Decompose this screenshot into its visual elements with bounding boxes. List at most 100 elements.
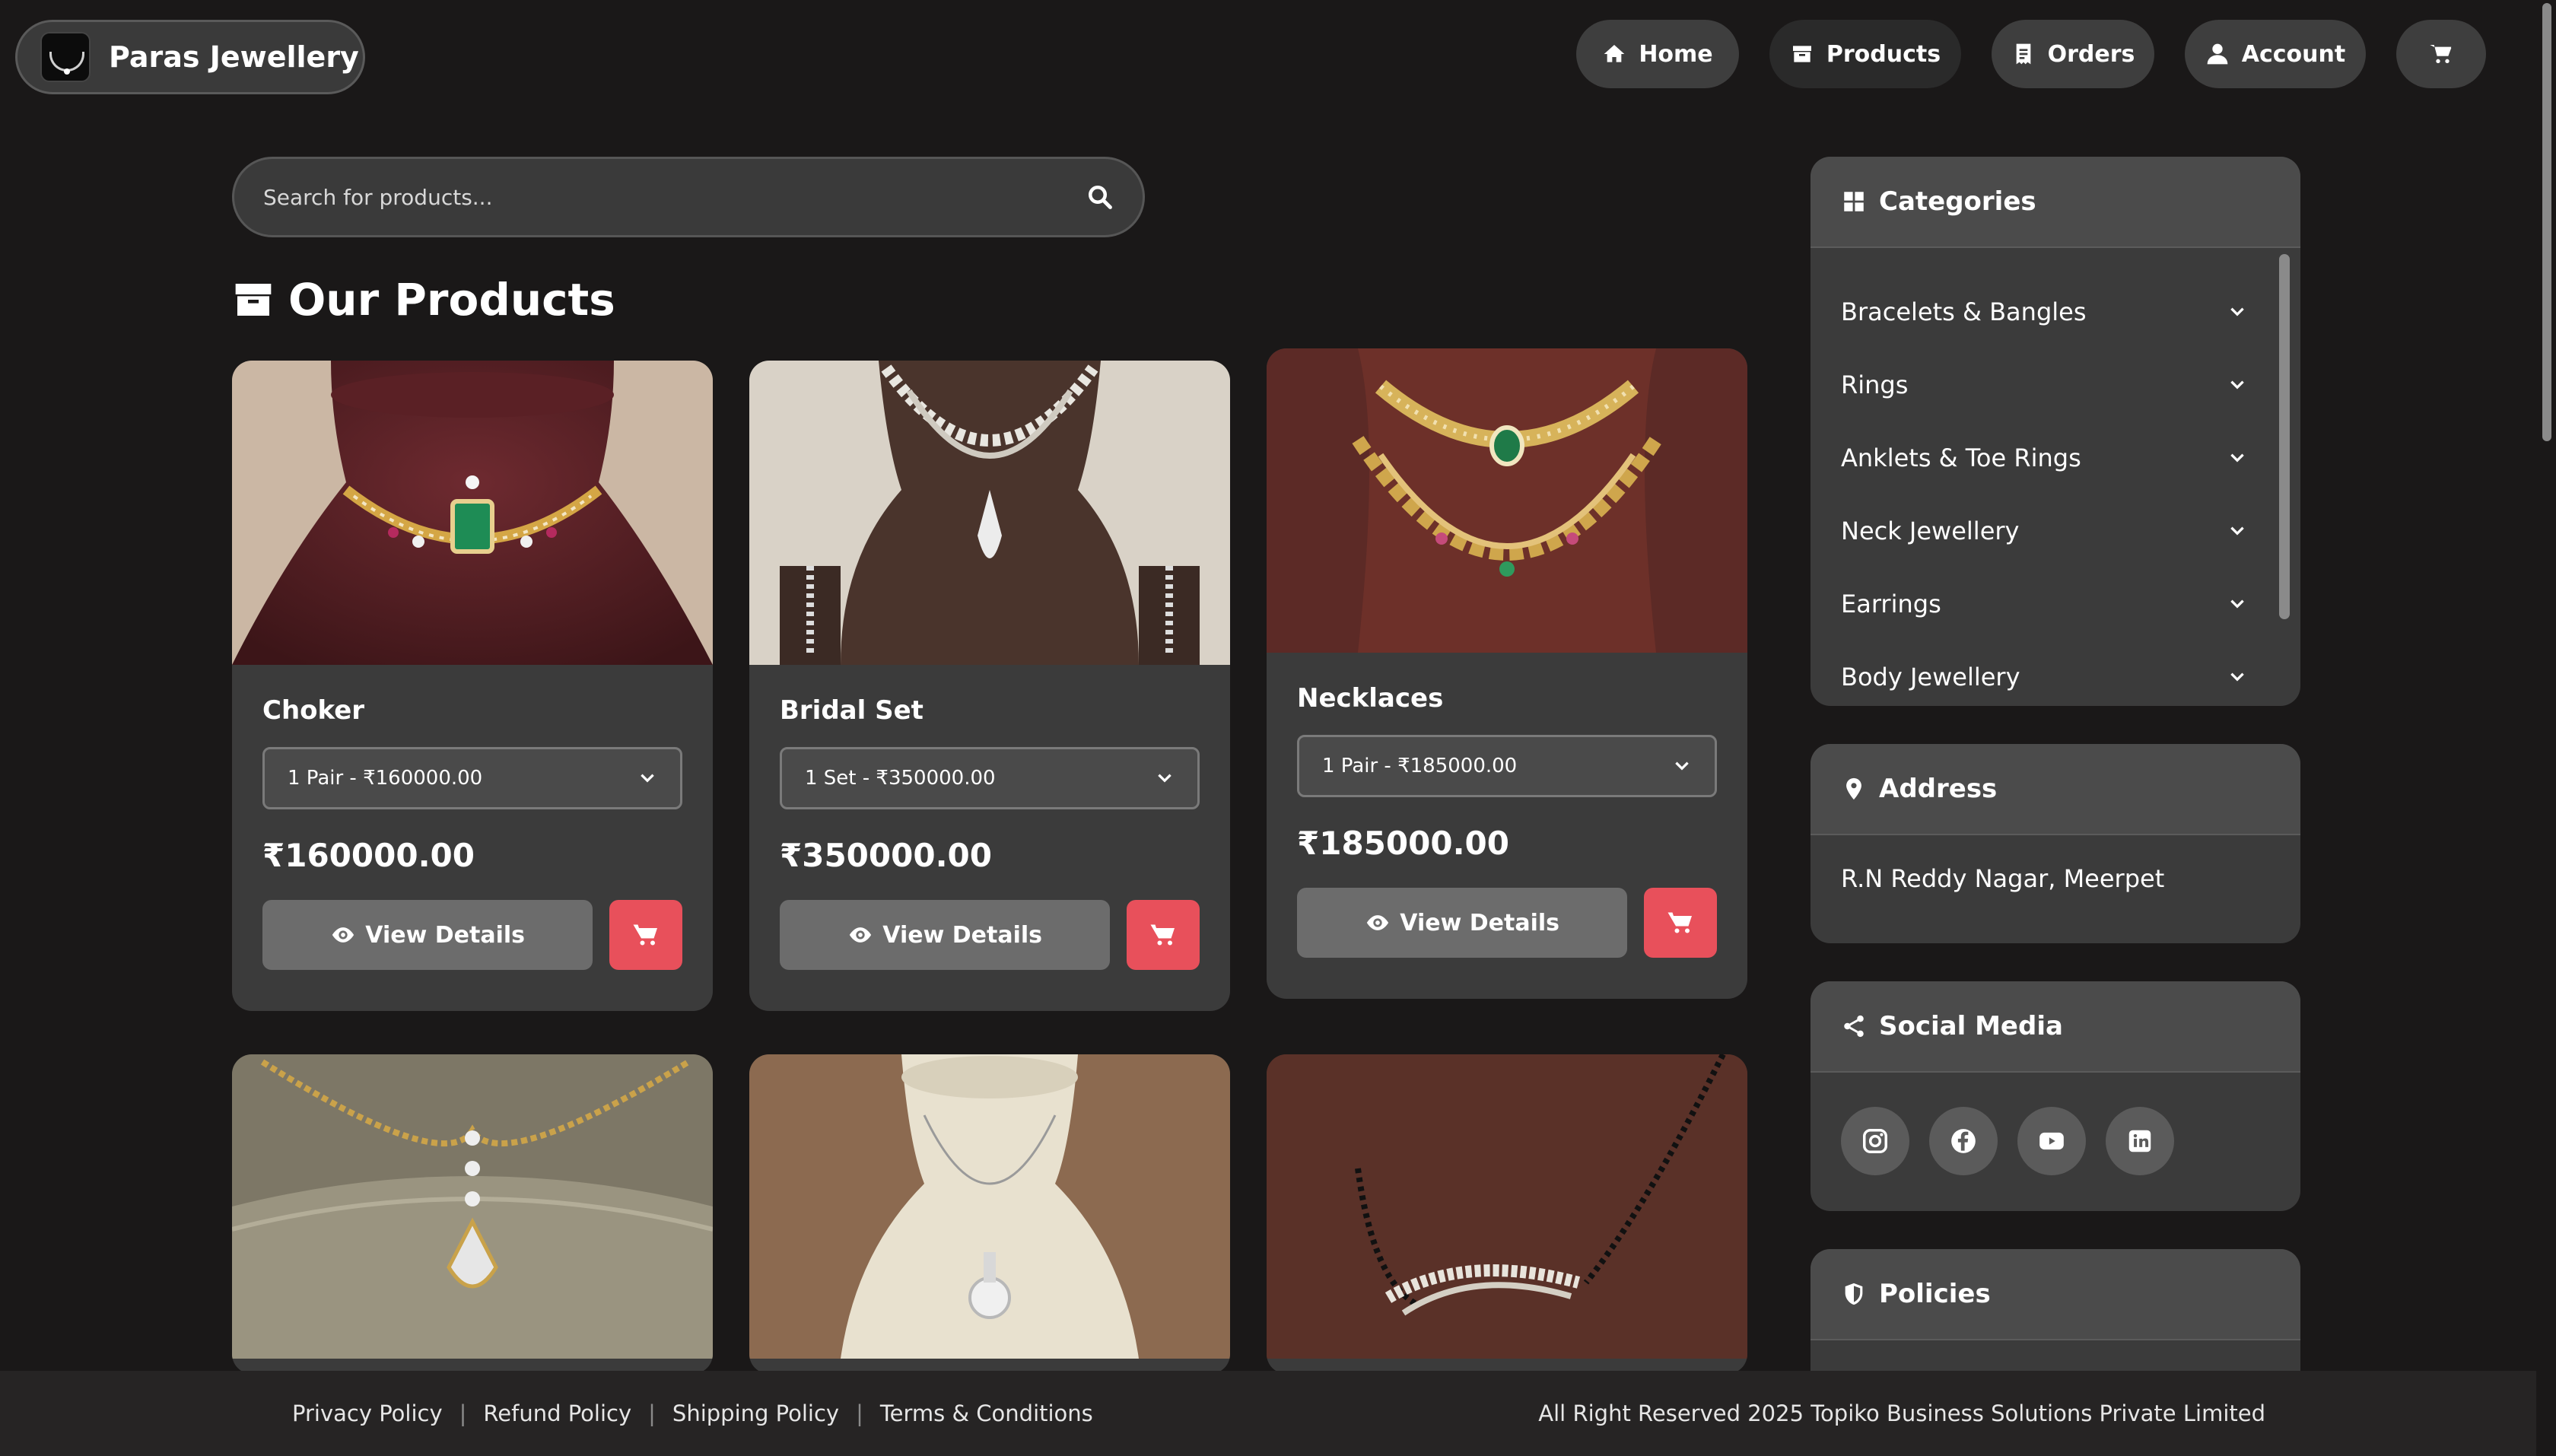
product-card: Necklaces 1 Pair - ₹185000.00 ₹185000.00… [1267, 348, 1747, 999]
footer-separator: | [856, 1400, 863, 1426]
product-name: Necklaces [1297, 683, 1444, 714]
page-scrollbar[interactable] [2536, 0, 2556, 1456]
cart-icon [1667, 912, 1693, 933]
nav-orders-label: Orders [2047, 40, 2135, 68]
footer-link-terms[interactable]: Terms & Conditions [880, 1400, 1093, 1426]
linkedin-icon [2128, 1130, 2151, 1152]
policies-title: Policies [1879, 1279, 1991, 1309]
view-details-button[interactable]: View Details [780, 900, 1111, 970]
share-icon [1844, 1015, 1864, 1038]
category-scrollbar[interactable] [2279, 254, 2290, 619]
page-scrollbar-thumb[interactable] [2542, 3, 2551, 441]
view-details-button[interactable]: View Details [262, 900, 593, 970]
categories-header: Categories [1810, 157, 2300, 248]
instagram-button[interactable] [1841, 1107, 1909, 1175]
brand-pill[interactable]: Paras Jewellery [15, 20, 365, 94]
product-card: Bridal Set 1 Set - ₹350000.00 ₹350000.00… [749, 361, 1230, 1011]
product-card [232, 1054, 713, 1374]
search-icon[interactable] [1086, 183, 1114, 211]
box-icon [235, 284, 272, 316]
section-title-text: Our Products [288, 274, 615, 326]
footer-link-shipping[interactable]: Shipping Policy [672, 1400, 839, 1426]
search-input[interactable] [263, 184, 1086, 210]
brand-logo [40, 32, 91, 82]
variant-select[interactable]: 1 Pair - ₹160000.00 [262, 747, 682, 809]
footer: Privacy Policy | Refund Policy | Shippin… [0, 1371, 2556, 1456]
linkedin-button[interactable] [2106, 1107, 2174, 1175]
facebook-button[interactable] [1929, 1107, 1998, 1175]
map-pin-icon [1846, 777, 1861, 800]
category-item[interactable]: Rings [1810, 348, 2300, 421]
category-item[interactable]: Earrings [1810, 567, 2300, 641]
product-image[interactable] [232, 361, 713, 665]
footer-link-refund[interactable]: Refund Policy [483, 1400, 631, 1426]
nav-home-button[interactable]: Home [1576, 20, 1739, 88]
cart-icon [1150, 924, 1175, 946]
nav-cart-button[interactable] [2396, 20, 2486, 88]
category-label: Body Jewellery [1841, 663, 2020, 691]
chevron-down-icon [2230, 380, 2244, 389]
page: Paras Jewellery Home Products Orders Acc… [0, 0, 2556, 1456]
footer-copyright: All Right Reserved 2025 Topiko Business … [1538, 1400, 2265, 1426]
category-label: Anklets & Toe Rings [1841, 443, 2081, 472]
footer-link-privacy[interactable]: Privacy Policy [292, 1400, 443, 1426]
chevron-down-icon [2230, 599, 2244, 609]
product-card [749, 1054, 1230, 1374]
variant-select[interactable]: 1 Pair - ₹185000.00 [1297, 735, 1717, 797]
grid-icon [1844, 192, 1864, 211]
cart-icon [2430, 45, 2452, 63]
search-bar [232, 157, 1145, 237]
product-image[interactable] [1267, 1054, 1747, 1359]
product-price: ₹350000.00 [780, 837, 992, 874]
chevron-down-icon [2230, 307, 2244, 316]
nav-account-button[interactable]: Account [2185, 20, 2366, 88]
variant-selected-value: 1 Set - ₹350000.00 [805, 767, 996, 790]
nav-home-label: Home [1639, 40, 1713, 68]
chevron-down-icon [2230, 526, 2244, 536]
nav-account-label: Account [2241, 40, 2346, 68]
chevron-down-icon [2230, 453, 2244, 463]
product-image[interactable] [749, 1054, 1230, 1359]
product-image[interactable] [232, 1054, 713, 1359]
footer-separator: | [648, 1400, 656, 1426]
category-label: Rings [1841, 370, 1909, 399]
product-price: ₹160000.00 [262, 837, 475, 874]
shield-icon [1845, 1283, 1863, 1305]
footer-separator: | [459, 1400, 467, 1426]
product-name: Choker [262, 695, 365, 726]
eye-icon [850, 927, 872, 943]
variant-selected-value: 1 Pair - ₹185000.00 [1322, 755, 1518, 777]
box-icon [1792, 46, 1811, 62]
product-price: ₹185000.00 [1297, 825, 1509, 862]
youtube-button[interactable] [2017, 1107, 2086, 1175]
social-title: Social Media [1879, 1011, 2063, 1041]
address-text: R.N Reddy Nagar, Meerpet [1841, 864, 2165, 893]
categories-panel: Categories Bracelets & Bangles Rings Ank… [1810, 157, 2300, 706]
product-card [1267, 1054, 1747, 1374]
category-item[interactable]: Neck Jewellery [1810, 494, 2300, 567]
category-item[interactable]: Body Jewellery [1810, 641, 2300, 706]
chevron-down-icon [1158, 774, 1172, 783]
address-header: Address [1810, 744, 2300, 835]
category-item[interactable]: Bracelets & Bangles [1810, 275, 2300, 348]
nav-orders-button[interactable]: Orders [1992, 20, 2154, 88]
categories-title: Categories [1879, 186, 2036, 217]
youtube-icon [2039, 1132, 2064, 1150]
variant-select[interactable]: 1 Set - ₹350000.00 [780, 747, 1200, 809]
category-label: Neck Jewellery [1841, 517, 2020, 545]
add-to-cart-button[interactable] [1127, 900, 1200, 970]
product-image[interactable] [1267, 348, 1747, 653]
view-details-button[interactable]: View Details [1297, 888, 1628, 958]
category-item[interactable]: Anklets & Toe Rings [1810, 421, 2300, 494]
nav-products-button[interactable]: Products [1769, 20, 1961, 88]
add-to-cart-button[interactable] [1644, 888, 1717, 958]
view-details-label: View Details [365, 921, 526, 949]
add-to-cart-button[interactable] [609, 900, 682, 970]
footer-links: Privacy Policy | Refund Policy | Shippin… [292, 1400, 1093, 1426]
chevron-down-icon [1675, 761, 1689, 771]
product-image[interactable] [749, 361, 1230, 665]
nav-products-label: Products [1826, 40, 1941, 68]
category-label: Earrings [1841, 590, 1941, 618]
instagram-icon [1863, 1129, 1887, 1153]
chevron-down-icon [641, 774, 654, 783]
